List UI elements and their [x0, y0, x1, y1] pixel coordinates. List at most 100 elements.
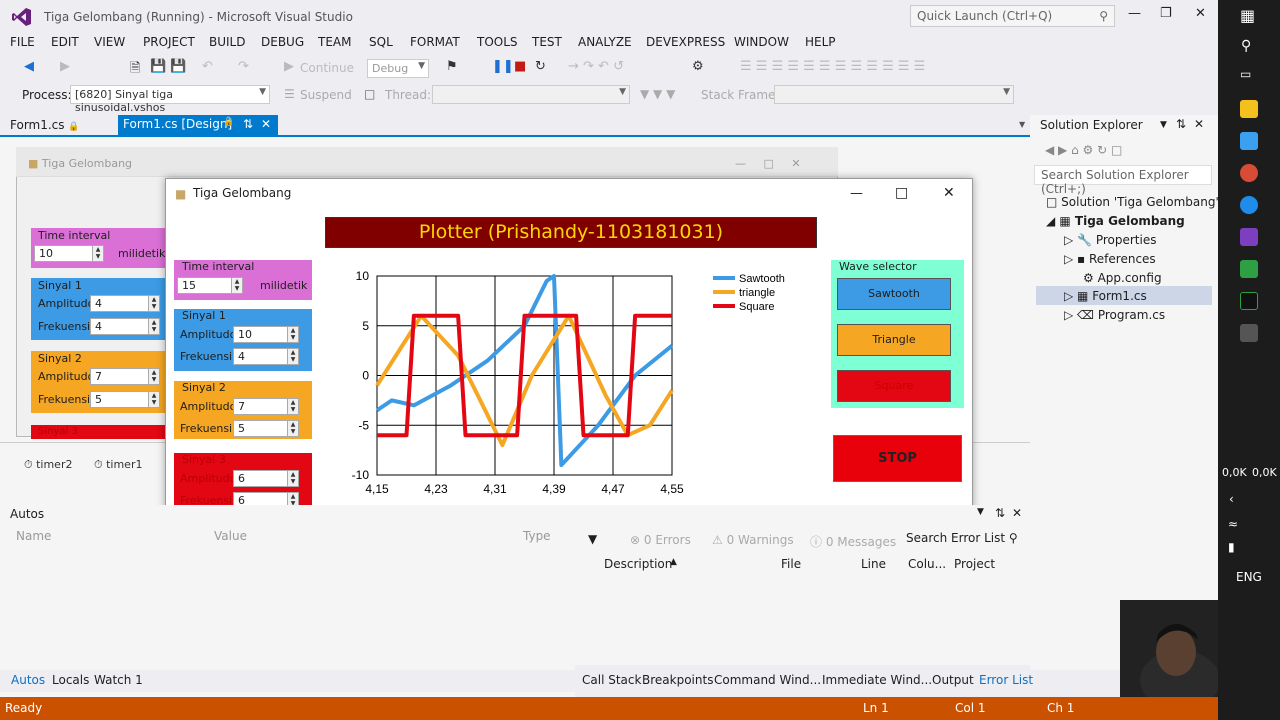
panel-dropdown-icon[interactable]: ▼: [977, 507, 984, 517]
running-maximize-button[interactable]: □: [895, 185, 908, 201]
signal1-amp-input[interactable]: 10 ▲ ▼: [233, 326, 299, 343]
program-node[interactable]: ▷ ⌫ Program.cs: [1064, 308, 1165, 322]
project-node[interactable]: ◢ ▦ Tiga Gelombang: [1046, 214, 1185, 228]
tab-call-stack[interactable]: Call Stack: [582, 673, 641, 687]
menu-format[interactable]: FORMAT: [410, 35, 460, 49]
forward-icon[interactable]: ▶: [60, 59, 70, 74]
terminal-app-icon[interactable]: [1240, 292, 1258, 310]
triangle-button[interactable]: Triangle: [837, 324, 951, 356]
tab-immediate-window[interactable]: Immediate Wind...: [822, 673, 932, 687]
search-icon[interactable]: ⚲: [1241, 38, 1251, 54]
step-icons[interactable]: → ↷ ↶ ↺: [568, 59, 624, 74]
tab-form1-design[interactable]: Form1.cs [Design] 🔒 ⇅ ✕: [118, 115, 278, 135]
menu-team[interactable]: TEAM: [318, 35, 351, 49]
quick-launch-input[interactable]: Quick Launch (Ctrl+Q) ⚲: [910, 5, 1115, 27]
wifi-icon[interactable]: ≈: [1228, 517, 1238, 531]
spinner-icon[interactable]: ▲ ▼: [148, 369, 159, 384]
filter-icon[interactable]: ▼: [588, 532, 597, 546]
error-search-input[interactable]: Search Error List ⚲: [906, 531, 1018, 545]
spinner-icon[interactable]: ▲ ▼: [148, 392, 159, 407]
task-view-icon[interactable]: ▭: [1240, 67, 1251, 81]
warnings-filter[interactable]: ⚠ 0 Warnings: [712, 533, 794, 547]
pin-icon[interactable]: ⇅: [995, 506, 1005, 520]
solution-node[interactable]: □ Solution 'Tiga Gelombang' (1: [1046, 195, 1235, 209]
close-tab-icon[interactable]: ✕: [261, 117, 271, 131]
pause-icon[interactable]: ❚❚: [492, 59, 514, 74]
restore-button[interactable]: ❐: [1160, 6, 1172, 21]
process-dropdown[interactable]: [6820] Sinyal tiga sinusoidal.vshos ▼: [70, 85, 270, 114]
pin-icon[interactable]: ⇅: [243, 117, 253, 131]
timer1-component[interactable]: ⏱ timer1: [94, 458, 142, 472]
continue-label[interactable]: Continue: [300, 61, 354, 75]
tab-command-window[interactable]: Command Wind...: [714, 673, 821, 687]
menu-analyze[interactable]: ANALYZE: [578, 35, 632, 49]
stop-button[interactable]: STOP: [833, 435, 962, 482]
signal1-freq-input[interactable]: 4 ▲ ▼: [233, 348, 299, 365]
save-icon[interactable]: 💾: [150, 59, 166, 74]
pin-icon[interactable]: ⇅: [1176, 117, 1186, 131]
col-line[interactable]: Line: [861, 557, 886, 571]
sawtooth-button[interactable]: Sawtooth: [837, 278, 951, 310]
green-app-icon[interactable]: [1240, 260, 1258, 278]
solution-search-input[interactable]: Search Solution Explorer (Ctrl+;): [1034, 165, 1212, 196]
close-button[interactable]: ✕: [1195, 6, 1206, 21]
spinner-icon[interactable]: ▲ ▼: [148, 319, 159, 334]
save-all-icon[interactable]: 💾: [170, 59, 186, 74]
menu-sql[interactable]: SQL: [369, 35, 393, 49]
messages-filter[interactable]: ⓘ 0 Messages: [810, 533, 896, 550]
signal3-amp-input[interactable]: 6 ▲ ▼: [233, 470, 299, 487]
undo-icon[interactable]: ↶: [202, 59, 213, 74]
chevron-down-icon[interactable]: ▼: [1160, 120, 1167, 130]
bg-signal2-freq-input[interactable]: 5 ▲ ▼: [90, 391, 160, 408]
edge-icon[interactable]: [1240, 196, 1258, 214]
config-dropdown[interactable]: Debug ▼: [367, 59, 429, 78]
errors-filter[interactable]: ⊗ 0 Errors: [630, 533, 691, 547]
menu-edit[interactable]: EDIT: [51, 35, 79, 49]
timer2-component[interactable]: ⏱ timer2: [24, 458, 72, 472]
form1-node[interactable]: ▷ ▦ Form1.cs: [1064, 289, 1147, 303]
properties-node[interactable]: ▷ 🔧 Properties: [1064, 233, 1156, 247]
menu-devexpress[interactable]: DEVEXPRESS: [646, 35, 725, 49]
attach-icon[interactable]: ⚑: [446, 59, 458, 74]
app-icon[interactable]: [1240, 132, 1258, 150]
minimize-button[interactable]: —: [1128, 6, 1141, 21]
tab-watch1[interactable]: Watch 1: [94, 673, 143, 687]
spinner-icon[interactable]: ▲ ▼: [287, 327, 298, 342]
battery-icon[interactable]: ▮: [1228, 540, 1235, 554]
appconfig-node[interactable]: ⚙ App.config: [1083, 271, 1162, 285]
spinner-icon[interactable]: ▲ ▼: [287, 421, 298, 436]
chrome-icon[interactable]: [1240, 164, 1258, 182]
references-node[interactable]: ▷ ▪ References: [1064, 252, 1156, 266]
menu-tools[interactable]: TOOLS: [477, 35, 518, 49]
redo-icon[interactable]: ↷: [238, 59, 249, 74]
menu-view[interactable]: VIEW: [94, 35, 125, 49]
file-explorer-icon[interactable]: [1240, 100, 1258, 118]
menu-help[interactable]: HELP: [805, 35, 836, 49]
menu-project[interactable]: PROJECT: [143, 35, 195, 49]
suspend-button[interactable]: Suspend: [300, 88, 352, 102]
close-panel-icon[interactable]: ✕: [1012, 506, 1022, 520]
interval-input[interactable]: 15 ▲ ▼: [177, 277, 243, 294]
spinner-icon[interactable]: ▲ ▼: [287, 349, 298, 364]
tab-error-list[interactable]: Error List: [979, 673, 1033, 687]
back-icon[interactable]: ◀: [24, 59, 34, 74]
spinner-icon[interactable]: ▲ ▼: [287, 471, 298, 486]
chevron-left-icon[interactable]: ‹: [1229, 492, 1234, 506]
restart-icon[interactable]: ↻: [535, 59, 546, 74]
bg-signal2-amp-input[interactable]: 7 ▲ ▼: [90, 368, 160, 385]
tab-autos[interactable]: Autos: [11, 673, 45, 687]
menu-window[interactable]: WINDOW: [734, 35, 789, 49]
menu-debug[interactable]: DEBUG: [261, 35, 304, 49]
bg-signal1-amp-input[interactable]: 4 ▲ ▼: [90, 295, 160, 312]
language-indicator[interactable]: ENG: [1236, 570, 1262, 584]
tab-overflow-icon[interactable]: ▼: [1019, 120, 1025, 129]
continue-icon[interactable]: ▶: [284, 59, 294, 74]
tab-form1-cs[interactable]: Form1.cs 🔒: [10, 118, 80, 132]
windows-start-icon[interactable]: ▦: [1240, 6, 1255, 25]
se-toolbar-icons[interactable]: ◀ ▶ ⌂ ⚙ ↻ □: [1045, 143, 1122, 157]
spinner-icon[interactable]: ▲ ▼: [92, 246, 103, 261]
stop-icon[interactable]: ■: [514, 59, 526, 74]
tab-locals[interactable]: Locals: [52, 673, 89, 687]
spinner-icon[interactable]: ▲ ▼: [231, 278, 242, 293]
tab-breakpoints[interactable]: Breakpoints: [642, 673, 713, 687]
